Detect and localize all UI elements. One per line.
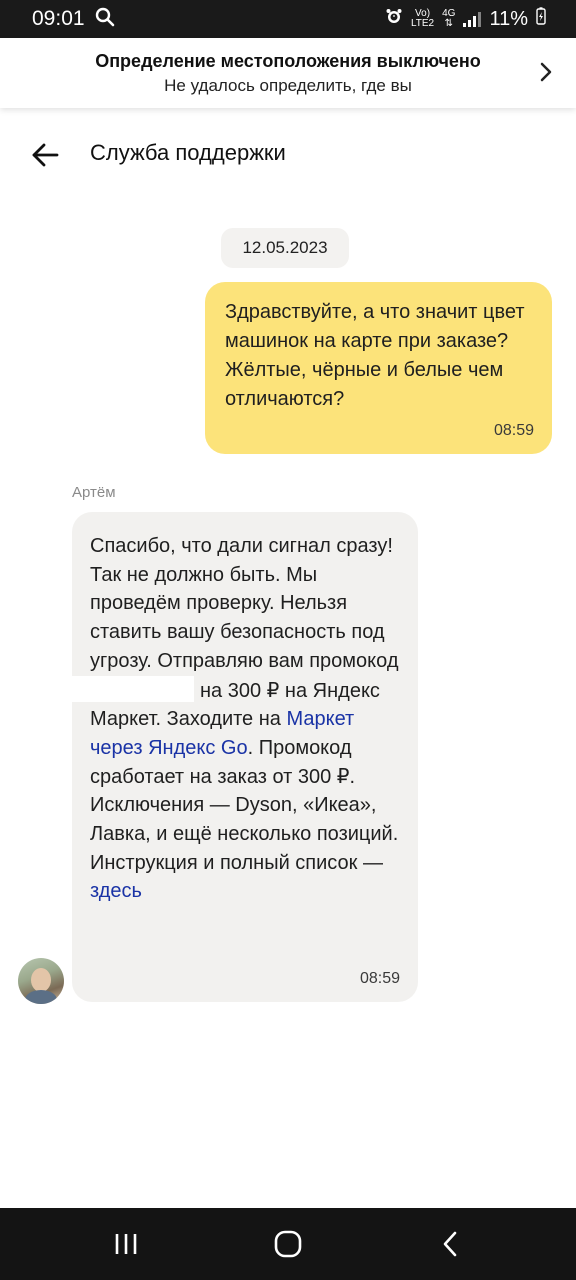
- page-title: Служба поддержки: [90, 140, 286, 165]
- battery-charging-icon: [536, 7, 546, 31]
- outgoing-message[interactable]: Здравствуйте, а что значит цвет машинок …: [205, 282, 552, 454]
- status-left: 09:01: [32, 7, 115, 32]
- outgoing-message-time: 08:59: [493, 422, 534, 439]
- location-banner-title: Определение местоположения выключено: [95, 50, 481, 71]
- back-nav-icon[interactable]: [430, 1228, 470, 1260]
- chat-header: Служба поддержки: [0, 120, 576, 190]
- sender-name: Артём: [72, 484, 116, 501]
- incoming-message-text: Спасибо, что дали сигнал сразу! Так не д…: [72, 532, 400, 906]
- incoming-message[interactable]: Спасибо, что дали сигнал сразу! Так не д…: [72, 512, 418, 1002]
- signal-icon: [463, 11, 482, 27]
- outgoing-message-text: Здравствуйте, а что значит цвет машинок …: [225, 301, 525, 410]
- chevron-right-icon: [540, 62, 552, 87]
- recent-apps-icon[interactable]: [106, 1228, 146, 1260]
- date-separator: 12.05.2023: [221, 228, 349, 268]
- location-banner[interactable]: Определение местоположения выключено Не …: [0, 38, 576, 108]
- navigation-bar: [0, 1208, 576, 1280]
- search-icon: [95, 7, 115, 32]
- status-time: 09:01: [32, 7, 85, 30]
- volte-indicator: Vo) LTE2: [411, 9, 434, 29]
- battery-level: 11%: [489, 7, 528, 30]
- network-type: 4G ⇅: [442, 9, 455, 29]
- incoming-message-time: 08:59: [359, 970, 400, 987]
- avatar: [18, 958, 64, 1004]
- avatar-face: [31, 968, 51, 992]
- redacted-promocode: [72, 675, 194, 702]
- data-arrows-icon: ⇅: [444, 18, 453, 29]
- back-arrow-icon[interactable]: [30, 140, 60, 170]
- alarm-icon: [385, 7, 403, 31]
- message-text-part: Спасибо, что дали сигнал сразу! Так не д…: [90, 535, 399, 672]
- volte-bottom: LTE2: [410, 18, 435, 29]
- instructions-link[interactable]: здесь: [90, 880, 142, 902]
- status-bar: 09:01 Vo) LTE2 4G ⇅ 11%: [0, 0, 576, 38]
- location-banner-subtitle: Не удалось определить, где вы: [164, 75, 412, 95]
- status-right: Vo) LTE2 4G ⇅ 11%: [385, 7, 546, 31]
- home-icon[interactable]: [268, 1228, 308, 1260]
- avatar-shirt: [25, 990, 57, 1004]
